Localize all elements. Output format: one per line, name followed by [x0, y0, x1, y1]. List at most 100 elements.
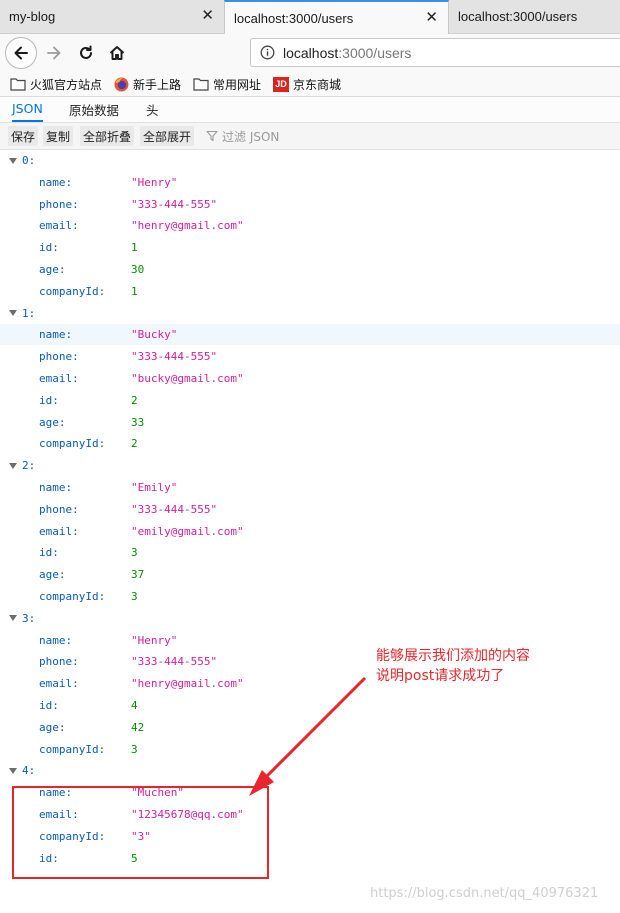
twisty-expanded-icon[interactable]: [9, 462, 17, 469]
tree-field-row[interactable]: companyId: 3: [0, 739, 620, 760]
bookmark-jd-mall[interactable]: JD 京东商城: [273, 76, 341, 93]
field-key: name:: [39, 481, 73, 494]
collapse-all-button[interactable]: 全部折叠: [80, 126, 135, 146]
tab-raw-data[interactable]: 原始数据: [69, 97, 119, 122]
home-button[interactable]: [101, 37, 133, 69]
tree-field-row[interactable]: companyId: 3: [0, 586, 620, 607]
tree-object-row[interactable]: 1:: [0, 303, 620, 324]
annotation-line-1: 能够展示我们添加的内容: [376, 648, 530, 664]
reload-icon: [80, 45, 92, 59]
tree-field-row[interactable]: age: 30: [0, 259, 620, 280]
home-icon: [109, 46, 125, 60]
field-value: "333-444-555": [131, 197, 218, 211]
annotation-note: 能够展示我们添加的内容 说明post请求成功了: [376, 646, 530, 686]
copy-button[interactable]: 复制: [43, 126, 74, 146]
tree-field-row[interactable]: name: "Henry": [0, 172, 620, 193]
field-value: "bucky@gmail.com": [131, 372, 244, 385]
tree-field-row[interactable]: id: 2: [0, 390, 620, 411]
field-key: name:: [39, 175, 73, 189]
tree-field-row[interactable]: email: "henry@gmail.com": [0, 215, 620, 236]
tree-field-row[interactable]: age: 33: [0, 412, 620, 433]
field-key: name:: [39, 633, 73, 647]
field-key: name:: [39, 328, 73, 342]
field-value: 3: [131, 590, 138, 603]
field-value: 37: [131, 568, 145, 582]
folder-icon: [10, 78, 26, 91]
tree-field-row[interactable]: email: "emily@gmail.com": [0, 521, 620, 542]
object-index: 0:: [22, 154, 36, 167]
bookmark-firefox-official[interactable]: 火狐官方站点: [10, 76, 102, 93]
field-key: email:: [39, 524, 79, 538]
tab-json[interactable]: JSON: [12, 97, 43, 122]
field-value: "henry@gmail.com": [131, 219, 244, 233]
field-value: "Bucky": [131, 328, 178, 342]
field-value: 1: [131, 241, 138, 255]
tree-field-row[interactable]: companyId: 2: [0, 433, 620, 454]
field-value: "Henry": [131, 633, 178, 647]
twisty-expanded-icon[interactable]: [9, 767, 17, 774]
expand-all-button[interactable]: 全部展开: [140, 126, 195, 146]
tab-headers[interactable]: 头: [146, 97, 159, 122]
tree-field-row[interactable]: email: "bucky@gmail.com": [0, 368, 620, 389]
field-key: phone:: [39, 655, 79, 669]
forward-button[interactable]: [38, 37, 70, 69]
arrow-right-icon: [47, 46, 61, 60]
field-key: age:: [39, 263, 66, 276]
field-key: id:: [39, 546, 59, 560]
field-key: email:: [39, 677, 79, 691]
field-key: phone:: [39, 502, 79, 516]
field-key: companyId:: [39, 590, 106, 603]
tree-field-row[interactable]: phone: "333-444-555": [0, 194, 620, 215]
tree-object-row[interactable]: 3:: [0, 608, 620, 629]
tab-title: my-blog: [9, 9, 56, 24]
twisty-expanded-icon[interactable]: [9, 157, 17, 164]
bookmark-getting-started[interactable]: 新手上路: [114, 76, 181, 93]
field-key: age:: [39, 720, 66, 734]
tree-field-row[interactable]: age: 37: [0, 564, 620, 585]
info-icon[interactable]: [260, 45, 275, 60]
field-value: 42: [131, 720, 145, 734]
filter-json-input[interactable]: 过滤 JSON: [206, 126, 279, 146]
field-value: 30: [131, 263, 145, 276]
field-key: id:: [39, 699, 59, 712]
field-value: "emily@gmail.com": [131, 524, 244, 538]
reload-button[interactable]: [70, 37, 102, 69]
tree-field-row[interactable]: id: 4: [0, 695, 620, 716]
twisty-expanded-icon[interactable]: [9, 615, 17, 622]
save-button[interactable]: 保存: [8, 126, 39, 146]
tree-field-row[interactable]: companyId: 1: [0, 281, 620, 302]
bookmarks-toolbar: 火狐官方站点 新手上路 常用网址 JD 京东商城: [0, 72, 620, 97]
tab-users[interactable]: localhost:3000/users: [449, 0, 620, 33]
tree-field-row[interactable]: name: "Emily": [0, 477, 620, 498]
tree-object-row[interactable]: 4:: [0, 760, 620, 781]
field-key: age:: [39, 568, 66, 582]
tree-field-row[interactable]: name: "Bucky": [0, 324, 620, 346]
bookmark-common-sites[interactable]: 常用网址: [193, 76, 261, 93]
twisty-expanded-icon[interactable]: [9, 310, 17, 317]
tree-field-row[interactable]: age: 42: [0, 717, 620, 738]
tree-field-row[interactable]: phone: "333-444-555": [0, 346, 620, 367]
tree-field-row[interactable]: id: 3: [0, 542, 620, 563]
tree-field-row[interactable]: phone: "333-444-555": [0, 499, 620, 520]
url-bar[interactable]: localhost:3000/users: [250, 38, 620, 67]
viewer-tabs: JSON 原始数据 头: [0, 97, 620, 123]
back-button[interactable]: [5, 37, 37, 69]
tab-my-blog[interactable]: my-blog ✕: [0, 0, 224, 33]
tab-title: localhost:3000/users: [234, 10, 354, 26]
tree-object-row[interactable]: 0:: [0, 150, 620, 171]
annotation-line-2: 说明post请求成功了: [376, 668, 505, 684]
field-key: companyId:: [39, 437, 106, 451]
close-icon[interactable]: ✕: [425, 10, 438, 26]
tab-users-active[interactable]: localhost:3000/users ✕: [224, 0, 449, 34]
field-value: "333-444-555": [131, 655, 218, 669]
field-key: id:: [39, 241, 59, 255]
field-value: 3: [131, 742, 138, 756]
highlight-box: [12, 786, 269, 879]
url-path: :3000/users: [338, 44, 412, 61]
tree-object-row[interactable]: 2:: [0, 455, 620, 476]
object-index: 1:: [22, 306, 36, 320]
tree-field-row[interactable]: id: 1: [0, 237, 620, 258]
field-key: phone:: [39, 350, 79, 364]
close-icon[interactable]: ✕: [201, 8, 214, 24]
watermark: https://blog.csdn.net/qq_40976321: [370, 886, 599, 901]
